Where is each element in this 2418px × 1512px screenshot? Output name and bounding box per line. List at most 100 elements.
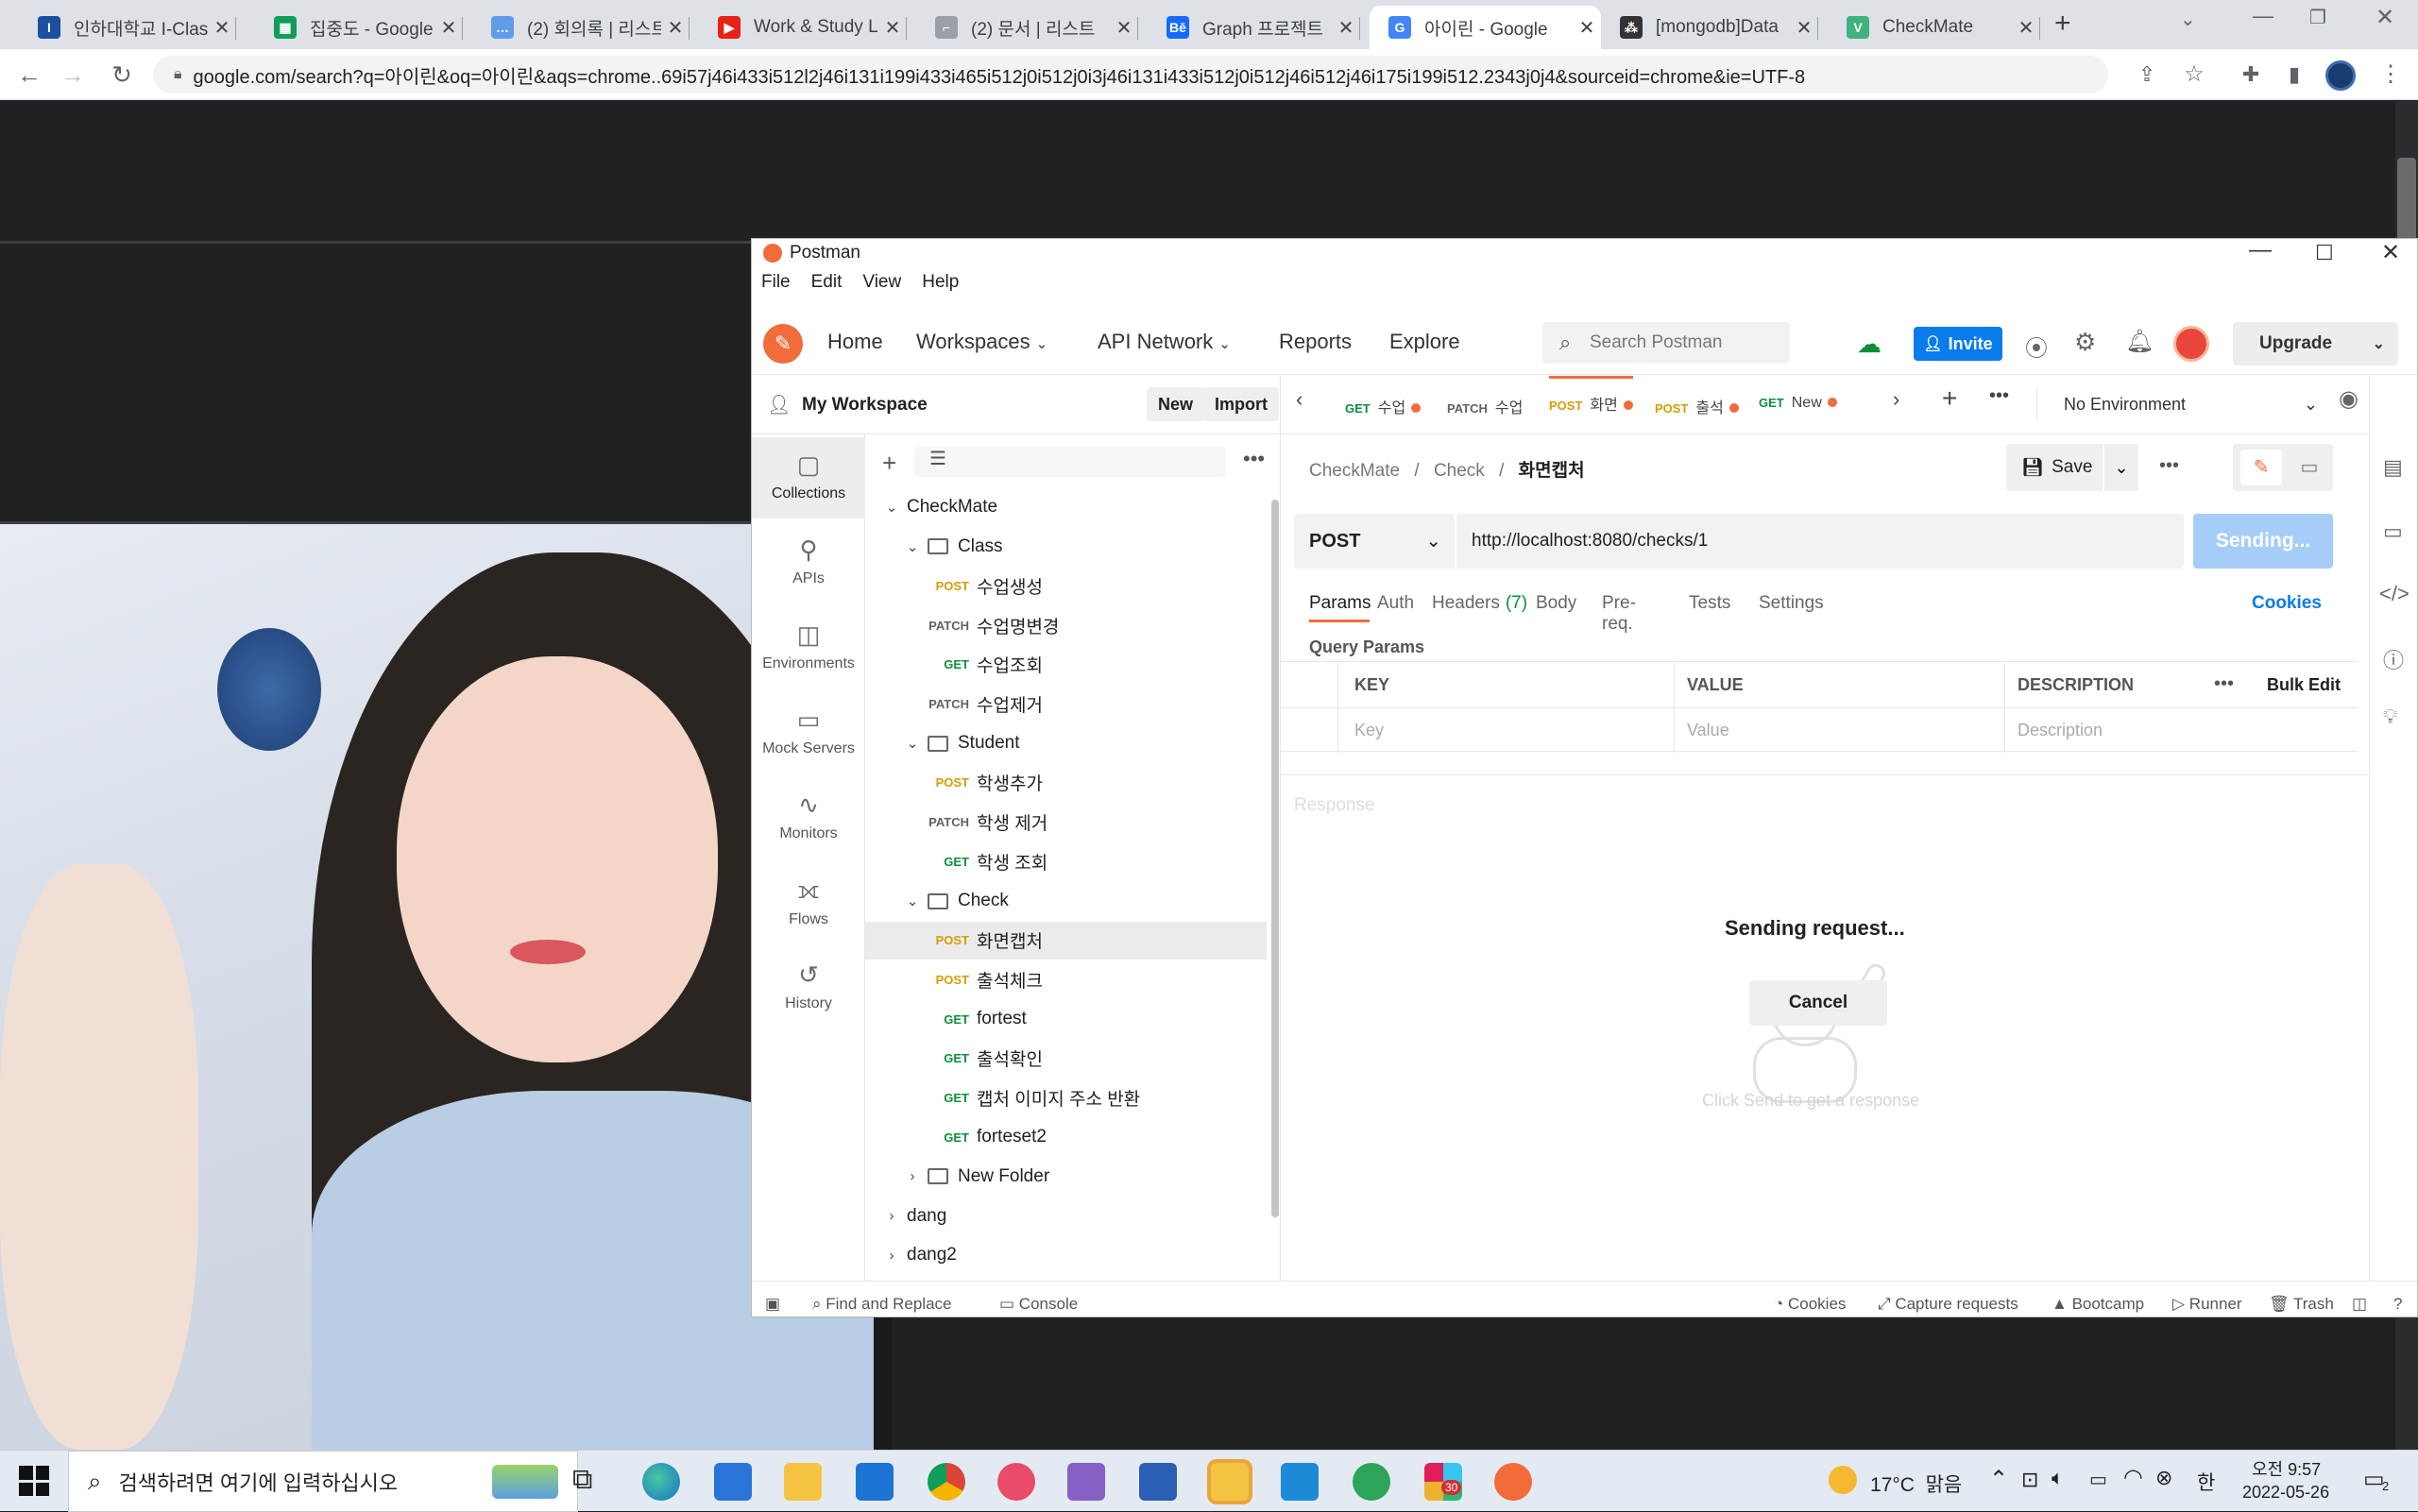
environment-eye-icon[interactable]: ◉ [2339,385,2358,413]
request-item[interactable]: POST 수업생성 [865,567,1267,604]
request-item[interactable]: GET 학생 조회 [865,842,1267,880]
side-panel-icon[interactable]: ▮ [2278,59,2310,91]
request-url-input[interactable]: http://localhost:8080/checks/1 [1456,514,2184,569]
breadcrumb-collection[interactable]: CheckMate [1309,461,1400,481]
cookies-link[interactable]: Cookies [2252,593,2322,614]
browser-tab[interactable]: V CheckMate ✕ [1828,6,2040,49]
folder-item[interactable]: › New Folder [865,1158,1267,1196]
file-explorer-icon[interactable] [784,1463,822,1501]
sidebar-item-apis[interactable]: ⚲ APIs [752,535,865,587]
new-tab-icon[interactable]: + [2054,8,2071,40]
bookmark-star-icon[interactable]: ☆ [2178,59,2210,91]
visual-studio-icon[interactable] [1067,1463,1105,1501]
collection-item[interactable]: ⌄ CheckMate [865,488,1267,526]
postman-taskbar-icon[interactable] [1494,1463,1532,1501]
menu-file[interactable]: File [761,272,791,293]
tray-app-icon[interactable]: ⊡ [2021,1468,2038,1492]
reload-icon[interactable]: ↻ [106,59,138,91]
nav-explore[interactable]: Explore [1389,330,1460,354]
chrome-menu-icon[interactable]: ⋮ [2375,59,2407,91]
tab-close-icon[interactable]: ✕ [1573,16,1601,40]
chrome-icon[interactable] [928,1463,965,1501]
cancel-button[interactable]: Cancel [1749,980,1887,1026]
minimize-window-icon[interactable]: — [2253,4,2273,28]
back-icon[interactable]: ← [13,59,45,91]
tab-close-icon[interactable]: ✕ [1332,16,1360,40]
tab-scroll-left-icon[interactable]: ‹ [1296,387,1303,412]
request-item[interactable]: PATCH 수업명변경 [865,606,1267,644]
tray-overflow-icon[interactable]: ⌃ [1989,1466,2008,1493]
nav-api-network[interactable]: API Network ⌄ [1098,330,1231,354]
table-options-icon[interactable]: ••• [2214,673,2234,695]
save-button[interactable]: 💾︎ Save [2006,444,2103,491]
request-tab[interactable]: GET 수업 [1345,395,1422,417]
request-tab[interactable]: POST 화면 [1549,376,1633,415]
menu-help[interactable]: Help [922,272,959,293]
sourcetree-icon[interactable] [1353,1463,1390,1501]
upgrade-button[interactable]: Upgrade ⌄ [2233,322,2398,365]
word-icon[interactable] [1139,1463,1177,1501]
slack-icon[interactable]: 30 [1424,1463,1462,1501]
volume-icon[interactable]: 🔈︎ [2052,1466,2064,1490]
request-options-icon[interactable]: ••• [2159,455,2179,477]
filter-icon[interactable]: ☰ [914,447,1226,477]
sidebar-item-flows[interactable]: ⟗ Flows [752,875,865,928]
console-button[interactable]: ▭ Console [999,1295,1078,1314]
tab-params[interactable]: Params [1309,593,1371,614]
share-icon[interactable]: ⇪ [2131,59,2163,91]
footer-cookies-button[interactable]: ◔ Cookies [1774,1295,1846,1314]
menu-view[interactable]: View [862,272,901,293]
two-pane-icon[interactable]: ◫ [2352,1295,2367,1314]
nav-workspaces[interactable]: Workspaces ⌄ [916,330,1047,354]
comments-rail-icon[interactable]: ▭ [2383,519,2403,544]
search-postman-input[interactable]: ⌕ Search Postman [1542,322,1790,364]
breadcrumb-request[interactable]: 화면캡처 [1519,461,1585,481]
environment-select[interactable]: No Environment ⌄ [2036,389,2329,419]
profile-avatar[interactable] [2325,60,2356,91]
request-item[interactable]: PATCH 학생 제거 [865,804,1267,841]
toggle-sidebar-icon[interactable]: ▣ [765,1295,780,1314]
request-item[interactable]: GET fortest [865,1000,1267,1038]
pm-close-icon[interactable]: ✕ [2381,239,2400,266]
store-icon[interactable] [714,1463,752,1501]
request-tab[interactable]: PATCH 수업 [1447,395,1523,417]
tab-auth[interactable]: Auth [1377,593,1414,614]
folder-item[interactable]: ⌄ Student [865,724,1267,762]
tab-prereq[interactable]: Pre-req. [1602,593,1636,635]
sidebar-item-collections[interactable]: ▢ Collections [752,450,865,502]
request-tab[interactable]: POST 출석 [1655,395,1739,417]
menu-edit[interactable]: Edit [811,272,843,293]
sidebar-item-monitors[interactable]: ∿ Monitors [752,790,865,842]
workspace-name[interactable]: My Workspace [802,395,928,416]
folder-item[interactable]: ⌄ Class [865,528,1267,566]
chevron-down-icon[interactable]: ⌄ [882,499,901,516]
browser-tab[interactable]: ⌐ (2) 문서 | 리스트 ✕ [916,6,1138,49]
vscode-icon[interactable] [1281,1463,1319,1501]
sync-status-icon[interactable]: ☁ [1857,330,1882,359]
sidebar-item-mock-servers[interactable]: ▭ Mock Servers [752,705,865,757]
request-item[interactable]: POST 출석체크 [865,960,1267,998]
runner-button[interactable]: ▷ Runner [2172,1295,2242,1314]
folder-item[interactable]: ⌄ Check [865,882,1267,920]
request-item[interactable]: GET 수업조회 [865,646,1267,684]
edge-icon[interactable] [642,1463,680,1501]
chevron-down-icon[interactable]: ⌄ [903,538,922,555]
weather-icon[interactable] [1829,1466,1857,1494]
description-input[interactable]: Description [2018,721,2103,740]
edit-pencil-icon[interactable]: ✎ [2240,450,2282,485]
sending-button[interactable]: Sending... [2193,514,2333,569]
extensions-icon[interactable]: ✚ [2235,59,2267,91]
tab-options-icon[interactable]: ••• [1989,385,2009,407]
windows-start-icon[interactable] [19,1466,49,1496]
task-view-icon[interactable]: ⧉ [572,1464,592,1496]
chevron-right-icon[interactable]: › [903,1168,922,1184]
settings-gear-icon[interactable]: ⚙ [2074,328,2096,357]
browser-tab[interactable]: … (2) 회의록 | 리스트 ✕ [472,6,690,49]
taskbar-search-box[interactable]: ⌕ 검색하려면 여기에 입력하십시오 [68,1451,578,1512]
tab-close-icon[interactable]: ✕ [434,16,463,40]
network-icon[interactable]: ⊗ [2155,1466,2172,1490]
new-button[interactable]: New [1147,387,1205,421]
weather-text[interactable]: 17°C 맑음 [1870,1470,1962,1498]
chevron-down-icon[interactable]: ⌄ [903,735,922,752]
mail-icon[interactable] [856,1463,894,1501]
